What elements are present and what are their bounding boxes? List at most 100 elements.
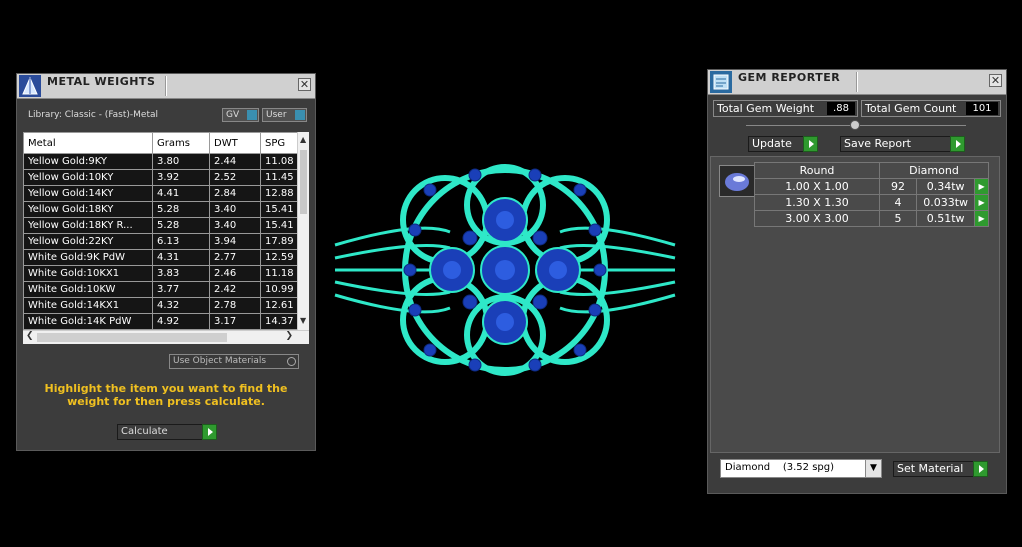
update-button[interactable]: Update <box>748 136 818 152</box>
cell-grams: 4.41 <box>152 185 210 202</box>
total-gem-weight-field: Total Gem Weight .88 <box>713 100 858 117</box>
table-row[interactable]: White Gold:14KX1 4.32 2.78 12.61 <box>23 297 309 314</box>
table-row[interactable]: Yellow Gold:9KY 3.80 2.44 11.08 <box>23 153 309 170</box>
ring-viewport[interactable] <box>330 150 680 390</box>
user-toggle[interactable]: User <box>262 108 307 122</box>
table-row[interactable]: White Gold:10KW 3.77 2.42 10.99 <box>23 281 309 298</box>
scroll-left-icon[interactable]: ❮ <box>26 331 34 341</box>
cell-metal: Yellow Gold:9KY <box>23 153 153 170</box>
horizontal-scroll-thumb[interactable] <box>37 333 227 342</box>
calculate-label: Calculate <box>121 426 168 437</box>
cell-grams: 3.80 <box>152 153 210 170</box>
cell-grams: 4.92 <box>152 313 210 330</box>
cell-count: 4 <box>878 194 918 211</box>
total-gem-count-field: Total Gem Count 101 <box>861 100 1001 117</box>
use-object-materials-checkbox[interactable]: Use Object Materials <box>169 354 299 369</box>
metal-table: Metal Grams DWT SPG Yellow Gold:9KY 3.80 2… <box>23 132 309 330</box>
gv-label: GV <box>226 110 240 120</box>
play-icon <box>973 461 988 477</box>
cell-dwt: 2.78 <box>209 297 261 314</box>
play-icon <box>803 136 818 152</box>
row-go-button[interactable]: ▶ <box>974 178 989 195</box>
cell-dwt: 3.94 <box>209 233 261 250</box>
cell-grams: 6.13 <box>152 233 210 250</box>
table-row[interactable]: White Gold:10KX1 3.83 2.46 11.18 <box>23 265 309 282</box>
save-report-label: Save Report <box>844 137 911 150</box>
update-label: Update <box>752 137 792 150</box>
report-slider[interactable] <box>746 120 966 130</box>
cell-count: 92 <box>878 178 918 195</box>
user-toggle-icon <box>295 110 305 120</box>
cell-tw: 0.51tw <box>916 210 976 227</box>
close-icon[interactable]: ✕ <box>989 74 1002 87</box>
use-object-materials-label: Use Object Materials <box>173 356 267 366</box>
table-row[interactable]: Yellow Gold:18KY R... 5.28 3.40 15.41 <box>23 217 309 234</box>
cell-metal: Yellow Gold:22KY <box>23 233 153 250</box>
metal-weights-icon <box>19 75 41 97</box>
title-grip <box>165 76 167 96</box>
scroll-right-icon[interactable]: ❯ <box>285 331 293 341</box>
table-row[interactable]: Yellow Gold:18KY 5.28 3.40 15.41 <box>23 201 309 218</box>
gem-row[interactable]: 1.00 X 1.00 92 0.34tw ▶ <box>754 178 989 195</box>
slider-handle-icon[interactable] <box>850 120 860 130</box>
col-metal-header[interactable]: Metal <box>23 132 153 154</box>
table-row[interactable]: Yellow Gold:10KY 3.92 2.52 11.45 <box>23 169 309 186</box>
cell-metal: White Gold:14K PdW <box>23 313 153 330</box>
radio-icon <box>287 357 296 366</box>
gv-toggle[interactable]: GV <box>222 108 259 122</box>
horizontal-scrollbar[interactable]: ❮ ❯ <box>23 330 309 344</box>
cell-metal: Yellow Gold:18KY R... <box>23 217 153 234</box>
cell-dwt: 2.84 <box>209 185 261 202</box>
total-gem-count-label: Total Gem Count <box>865 102 957 115</box>
table-row[interactable]: White Gold:14K PdW 4.92 3.17 14.37 <box>23 313 309 330</box>
gem-table: Round Diamond 1.00 X 1.00 92 0.34tw ▶ 1.30 X… <box>754 162 989 227</box>
material-header: Diamond <box>879 162 989 179</box>
set-material-button[interactable]: Set Material <box>893 461 988 477</box>
total-gem-weight-label: Total Gem Weight <box>717 102 815 115</box>
material-select[interactable]: Diamond (3.52 spg) ▼ <box>720 459 882 478</box>
col-grams-header[interactable]: Grams <box>152 132 210 154</box>
cell-metal: White Gold:14KX1 <box>23 297 153 314</box>
gem-reporter-icon <box>710 71 732 93</box>
vertical-scrollbar[interactable]: ▲ ▼ <box>297 132 309 330</box>
save-report-button[interactable]: Save Report <box>840 136 965 152</box>
title-grip <box>856 72 858 92</box>
gv-toggle-icon <box>247 110 257 120</box>
cell-tw: 0.033tw <box>916 194 976 211</box>
table-row[interactable]: White Gold:9K PdW 4.31 2.77 12.59 <box>23 249 309 266</box>
gem-report-area: Round Diamond 1.00 X 1.00 92 0.34tw ▶ 1.30 X… <box>710 156 1000 453</box>
row-go-button[interactable]: ▶ <box>974 210 989 227</box>
gem-reporter-title: GEM REPORTER <box>738 71 841 84</box>
scroll-up-icon[interactable]: ▲ <box>300 135 306 144</box>
metal-weights-panel: METAL WEIGHTS ✕ Library: Classic - (Fast… <box>16 73 316 451</box>
cell-metal: White Gold:10KW <box>23 281 153 298</box>
cell-dwt: 2.44 <box>209 153 261 170</box>
cell-size: 1.00 X 1.00 <box>754 178 880 195</box>
round-gem-icon[interactable] <box>719 165 755 197</box>
cell-tw: 0.34tw <box>916 178 976 195</box>
gem-row[interactable]: 3.00 X 3.00 5 0.51tw ▶ <box>754 210 989 227</box>
library-label: Library: Classic - (Fast)-Metal <box>28 110 159 120</box>
col-dwt-header[interactable]: DWT <box>209 132 261 154</box>
calculate-button[interactable]: Calculate <box>117 424 217 440</box>
cell-count: 5 <box>878 210 918 227</box>
cell-dwt: 3.40 <box>209 201 261 218</box>
cell-dwt: 2.77 <box>209 249 261 266</box>
table-row[interactable]: Yellow Gold:22KY 6.13 3.94 17.89 <box>23 233 309 250</box>
gem-reporter-titlebar[interactable]: GEM REPORTER ✕ <box>708 70 1006 95</box>
gem-row[interactable]: 1.30 X 1.30 4 0.033tw ▶ <box>754 194 989 211</box>
cell-metal: White Gold:9K PdW <box>23 249 153 266</box>
row-go-button[interactable]: ▶ <box>974 194 989 211</box>
metal-weights-titlebar[interactable]: METAL WEIGHTS ✕ <box>17 74 315 99</box>
cell-dwt: 3.17 <box>209 313 261 330</box>
chevron-down-icon[interactable]: ▼ <box>865 460 881 477</box>
scroll-down-icon[interactable]: ▼ <box>300 316 306 325</box>
play-icon <box>950 136 965 152</box>
close-icon[interactable]: ✕ <box>298 78 311 91</box>
cell-size: 1.30 X 1.30 <box>754 194 880 211</box>
cell-grams: 4.32 <box>152 297 210 314</box>
cell-grams: 3.77 <box>152 281 210 298</box>
table-row[interactable]: Yellow Gold:14KY 4.41 2.84 12.88 <box>23 185 309 202</box>
instruction-text: Highlight the item you want to find the … <box>44 382 288 408</box>
vertical-scroll-thumb[interactable] <box>300 150 307 214</box>
